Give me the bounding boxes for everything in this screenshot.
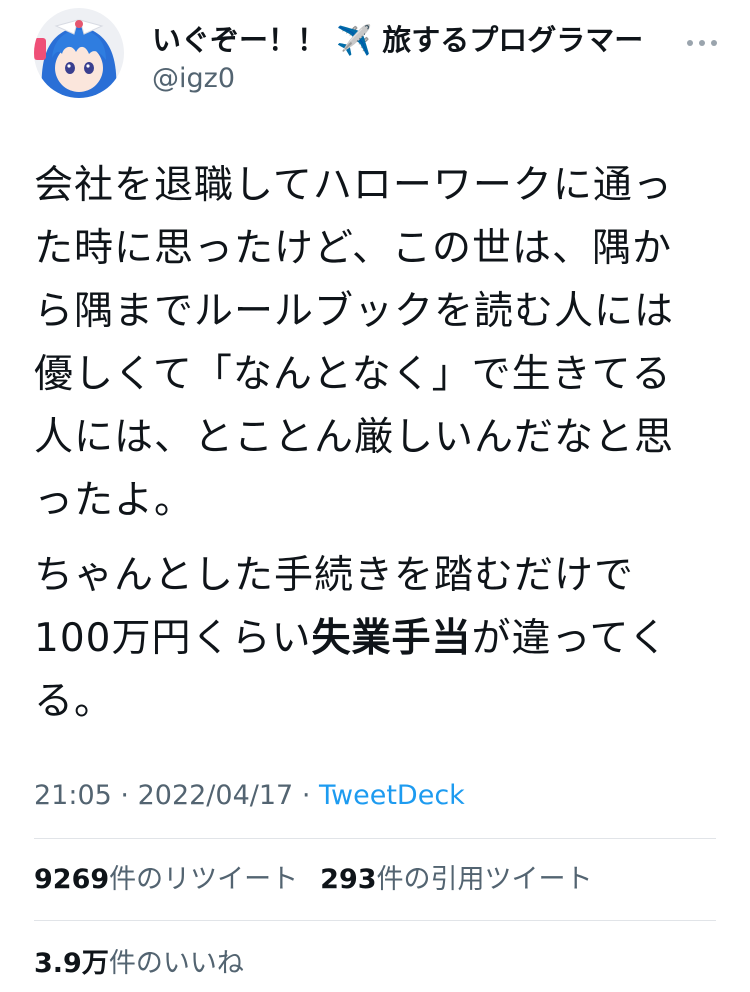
tweet-line: 人には、とことん厳しいんだなと思 (34, 415, 675, 460)
tweet-date[interactable]: 2022/04/17 (138, 780, 294, 811)
tweet-line: ちゃんとした手続きを踏むだけで (34, 553, 635, 598)
tweet-paragraph-1: 会社を退職してハローワークに通っ た時に思ったけど、この世は、隅か ら隅までルー… (34, 154, 724, 532)
divider (34, 838, 716, 839)
tweet-line: ら隅までルールブックを読む人には (34, 289, 675, 334)
retweet-count: 9269 (34, 864, 110, 895)
tweet-text-segment: 100万円くらい (34, 616, 312, 661)
tweet-line: ったよ。 (34, 478, 195, 523)
more-button[interactable] (680, 28, 724, 58)
emphasized-text: 失業手当 (311, 616, 472, 661)
user-handle[interactable]: @igz0 (152, 62, 235, 96)
display-name[interactable]: いぐぞー！！ ✈️ 旅するプログラマー (152, 22, 643, 58)
more-dots-icon (687, 40, 717, 46)
like-label: 件のいいね (108, 948, 244, 979)
tweet-body: 会社を退職してハローワークに通っ た時に思ったけど、この世は、隅か ら隅までルー… (34, 154, 724, 733)
like-count: 3.9万 (34, 948, 109, 979)
quotes-stat[interactable]: 293件の引用ツイート (320, 862, 592, 898)
tweet-line: 会社を退職してハローワークに通っ (34, 163, 673, 208)
divider (34, 920, 716, 921)
quote-count: 293 (320, 864, 377, 895)
avatar[interactable] (34, 8, 124, 98)
anime-avatar-icon (34, 8, 124, 98)
tweet-line: 100万円くらい失業手当が違ってく (34, 607, 724, 670)
tweet-line: る。 (34, 679, 115, 724)
tweet-text-segment: が違ってく (471, 616, 669, 661)
tweet-source-link[interactable]: TweetDeck (319, 780, 465, 811)
tweet-metadata: 21:05 · 2022/04/17 · TweetDeck (34, 778, 465, 814)
quote-label: 件の引用ツイート (376, 864, 593, 895)
likes-stats: 3.9万件のいいね (34, 946, 266, 982)
retweets-stat[interactable]: 9269件のリツイート (34, 862, 298, 898)
likes-stat[interactable]: 3.9万件のいいね (34, 946, 244, 982)
meta-separator: · (301, 780, 311, 811)
tweet-time[interactable]: 21:05 (34, 780, 112, 811)
meta-separator: · (120, 780, 129, 811)
tweet-line: 優しくて「なんとなく」で生きてる (34, 352, 672, 397)
tweet-header: いぐぞー！！ ✈️ 旅するプログラマー @igz0 (0, 0, 750, 120)
tweet-paragraph-2: ちゃんとした手続きを踏むだけで 100万円くらい失業手当が違ってく る。 (34, 544, 724, 733)
retweet-label: 件のリツイート (109, 864, 299, 895)
engagement-stats: 9269件のリツイート 293件の引用ツイート (34, 862, 615, 898)
tweet-line: た時に思ったけど、この世は、隅か (34, 226, 673, 271)
